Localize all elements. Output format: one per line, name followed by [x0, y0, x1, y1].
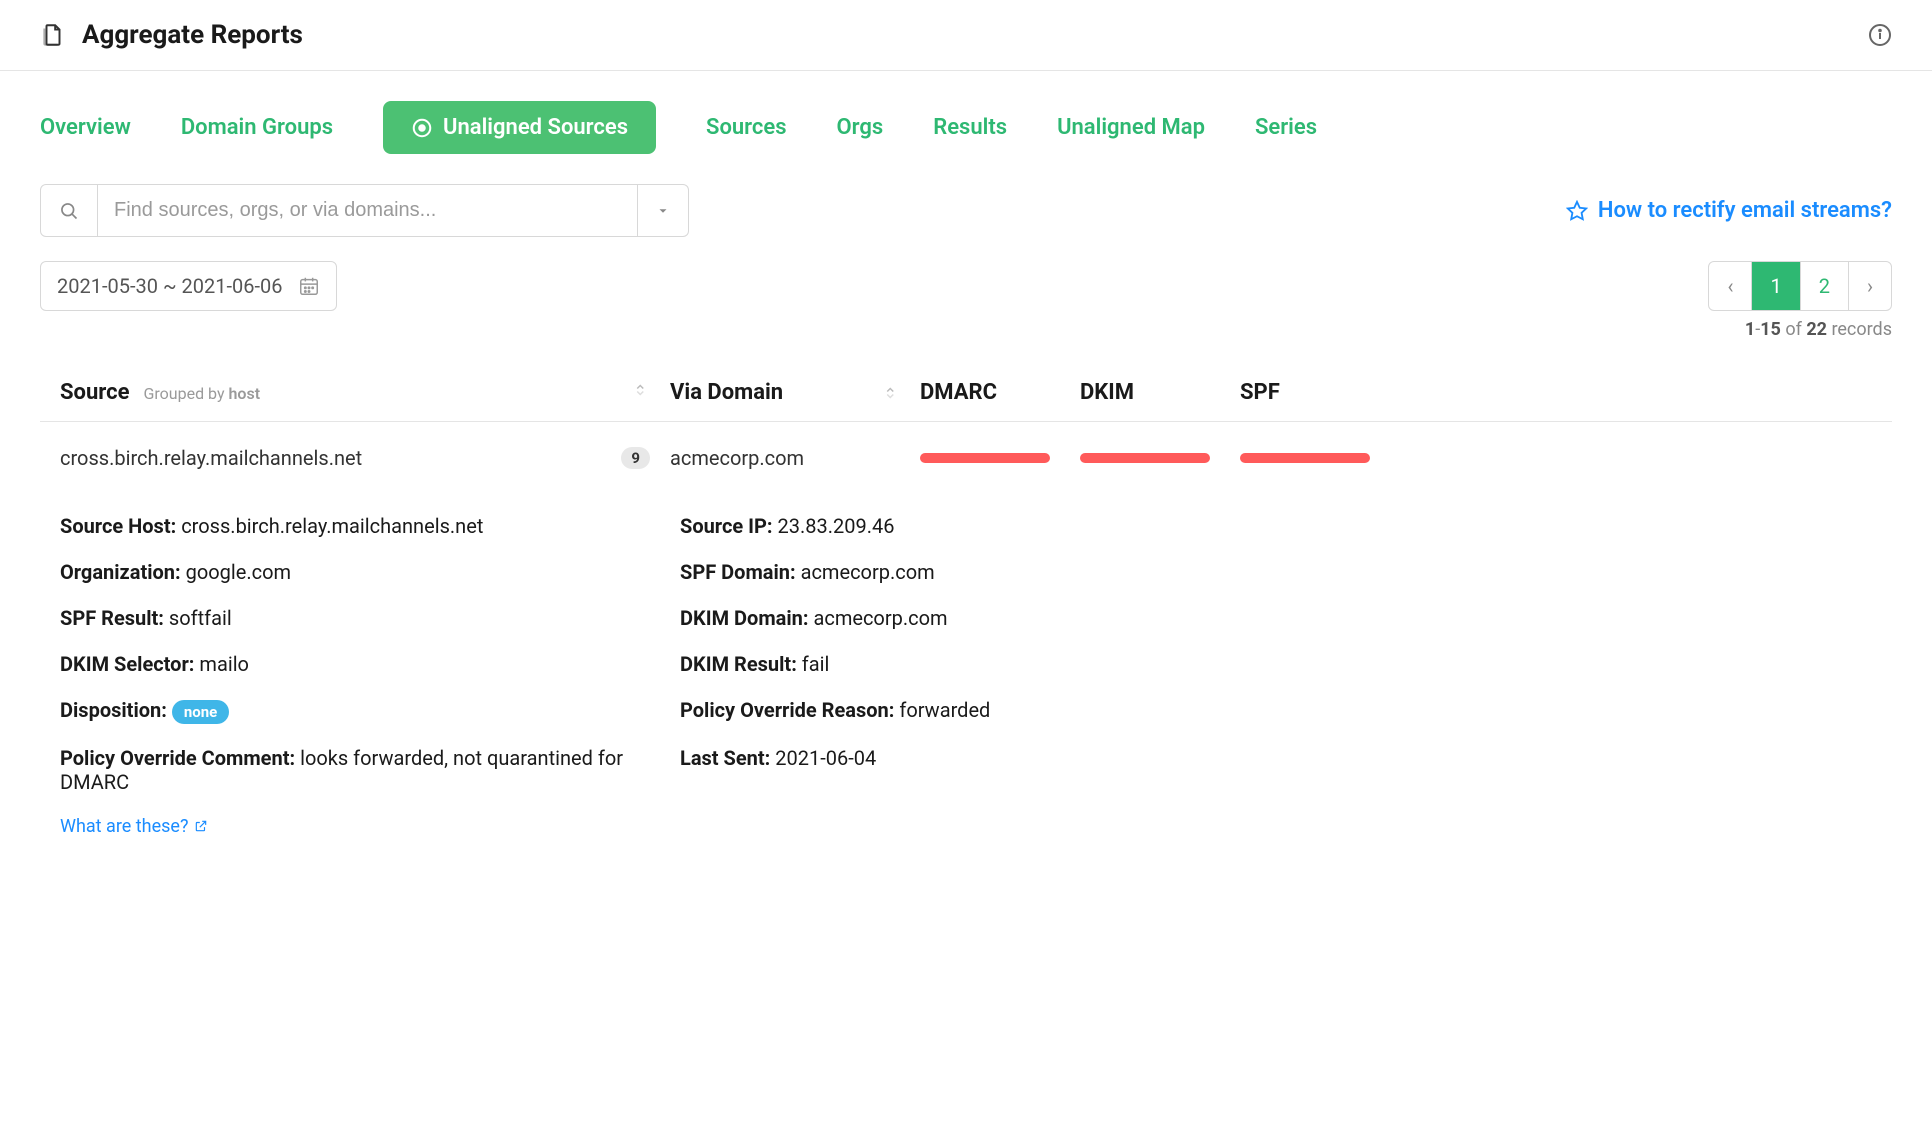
cell-spf [1240, 453, 1400, 463]
tab-overview[interactable]: Overview [40, 101, 131, 154]
detail-spf-domain: SPF Domain: acmecorp.com [680, 560, 1872, 584]
page-header: Aggregate Reports [0, 0, 1932, 71]
detail-spf-result: SPF Result: softfail [60, 606, 640, 630]
controls-row: How to rectify email streams? [40, 184, 1892, 237]
pager-page-1[interactable]: 1 [1752, 262, 1800, 310]
tab-results[interactable]: Results [933, 101, 1007, 154]
tabs-nav: Overview Domain Groups Unaligned Sources… [40, 101, 1892, 154]
records-info: 1-15 of 22 records [1708, 319, 1892, 340]
target-icon [411, 117, 433, 139]
document-icon [40, 22, 66, 48]
cell-dmarc [920, 453, 1080, 463]
pager-prev[interactable]: ‹ [1709, 262, 1752, 310]
tab-domain-groups[interactable]: Domain Groups [181, 101, 333, 154]
pagination-wrap: ‹ 1 2 › 1-15 of 22 records [1708, 261, 1892, 340]
cell-source: cross.birch.relay.mailchannels.net 9 [60, 446, 670, 470]
date-range-text: 2021-05-30 ~ 2021-06-06 [57, 274, 282, 298]
tab-orgs[interactable]: Orgs [837, 101, 884, 154]
sort-icon [882, 384, 900, 402]
col-header-via-domain[interactable]: Via Domain [670, 380, 920, 405]
pager-next[interactable]: › [1849, 262, 1891, 310]
detail-dkim-selector: DKIM Selector: mailo [60, 652, 640, 676]
pager-page-2[interactable]: 2 [1801, 262, 1849, 310]
detail-policy-override-comment: Policy Override Comment: looks forwarded… [60, 746, 640, 794]
help-link-text: How to rectify email streams? [1598, 198, 1892, 223]
detail-last-sent: Last Sent: 2021-06-04 [680, 746, 1872, 794]
disposition-badge: none [172, 700, 229, 724]
detail-organization: Organization: google.com [60, 560, 640, 584]
dkim-bar [1080, 453, 1210, 463]
col-header-dmarc: DMARC [920, 380, 1080, 405]
search-input[interactable] [98, 184, 638, 237]
external-link-icon [194, 819, 208, 833]
dmarc-bar [920, 453, 1050, 463]
detail-policy-override-reason: Policy Override Reason: forwarded [680, 698, 1872, 724]
tab-sources[interactable]: Sources [706, 101, 787, 154]
detail-dkim-domain: DKIM Domain: acmecorp.com [680, 606, 1872, 630]
what-are-these-link[interactable]: What are these? [60, 816, 1872, 837]
tab-series[interactable]: Series [1255, 101, 1317, 154]
sort-icon [632, 381, 650, 399]
detail-disposition: Disposition: none [60, 698, 640, 724]
col-header-dkim: DKIM [1080, 380, 1240, 405]
tab-unaligned-map[interactable]: Unaligned Map [1057, 101, 1205, 154]
row-details: Source Host: cross.birch.relay.mailchann… [40, 494, 1892, 857]
cell-via-domain: acmecorp.com [670, 446, 920, 470]
date-range-picker[interactable]: 2021-05-30 ~ 2021-06-06 [40, 261, 337, 311]
table-row[interactable]: cross.birch.relay.mailchannels.net 9 acm… [40, 422, 1892, 494]
tab-label: Unaligned Sources [443, 115, 628, 140]
info-icon[interactable] [1868, 23, 1892, 47]
count-badge: 9 [621, 447, 650, 469]
spf-bar [1240, 453, 1370, 463]
date-pager-row: 2021-05-30 ~ 2021-06-06 ‹ 1 2 › 1-15 of … [40, 261, 1892, 340]
pagination: ‹ 1 2 › [1708, 261, 1892, 311]
search-group [40, 184, 689, 237]
detail-source-ip: Source IP: 23.83.209.46 [680, 514, 1872, 538]
main-container: Overview Domain Groups Unaligned Sources… [0, 71, 1932, 887]
star-icon [1566, 200, 1588, 222]
header-left: Aggregate Reports [40, 20, 303, 50]
cell-dkim [1080, 453, 1240, 463]
detail-source-host: Source Host: cross.birch.relay.mailchann… [60, 514, 640, 538]
col-header-spf: SPF [1240, 380, 1400, 405]
search-dropdown-toggle[interactable] [638, 184, 689, 237]
calendar-icon [298, 275, 320, 297]
page-title: Aggregate Reports [82, 20, 303, 50]
tab-unaligned-sources[interactable]: Unaligned Sources [383, 101, 656, 154]
help-link[interactable]: How to rectify email streams? [1566, 198, 1892, 223]
detail-dkim-result: DKIM Result: fail [680, 652, 1872, 676]
search-icon[interactable] [40, 184, 98, 237]
table-header: Source Grouped by host Via Domain DMARC … [40, 380, 1892, 422]
col-header-source[interactable]: Source Grouped by host [60, 380, 670, 405]
